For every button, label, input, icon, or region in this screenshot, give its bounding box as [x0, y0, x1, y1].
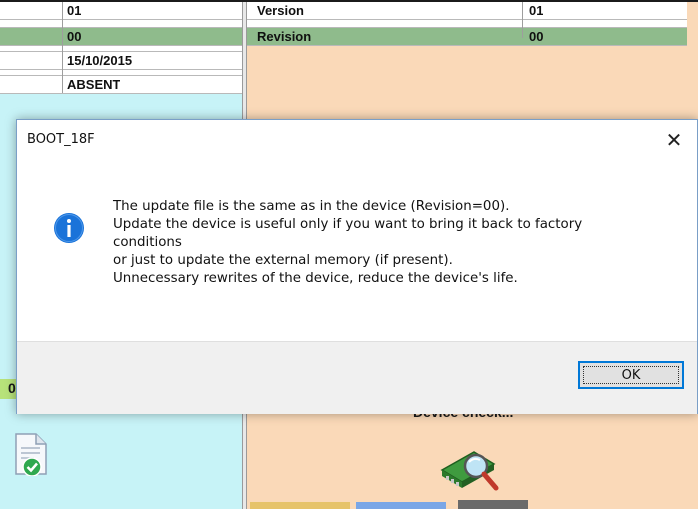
close-icon[interactable]: ✕	[661, 127, 687, 153]
message-line: or just to update the external memory (i…	[113, 253, 453, 268]
right-table-row: Revision 00	[247, 28, 687, 46]
right-table-column-separator	[522, 2, 523, 38]
left-table-value: 00	[67, 29, 82, 44]
right-table-value: 00	[529, 29, 544, 44]
device-magnifier-icon[interactable]	[436, 440, 516, 500]
left-table-spacer	[0, 46, 242, 52]
message-line: conditions	[113, 235, 182, 250]
focus-rectangle	[583, 366, 679, 384]
message-line: Update the device is useful only if you …	[113, 217, 583, 232]
left-table-spacer	[0, 70, 242, 76]
left-table-value: 15/10/2015	[67, 53, 133, 68]
left-table-row: 15/10/2015	[0, 52, 242, 70]
right-table-label: Revision	[257, 29, 312, 44]
right-table-row: Version 01	[247, 2, 687, 20]
document-check-icon[interactable]	[14, 432, 48, 476]
left-table-value: ABSENT	[67, 77, 121, 92]
status-segment	[356, 502, 446, 509]
message-line: The update file is the same as in the de…	[113, 199, 510, 214]
left-table-spacer	[0, 20, 242, 28]
message-dialog: BOOT_18F ✕ The update file is the same a…	[16, 119, 698, 414]
left-table-row: ABSENT	[0, 76, 242, 94]
status-segment	[250, 502, 350, 509]
left-table-row: 00	[0, 28, 242, 46]
dialog-title: BOOT_18F	[27, 132, 95, 147]
dialog-body: The update file is the same as in the de…	[17, 160, 697, 340]
status-segment	[458, 500, 528, 509]
info-icon	[54, 213, 84, 243]
left-table-value: 01	[67, 3, 82, 18]
right-table-spacer	[247, 20, 687, 28]
right-table-value: 01	[529, 3, 544, 18]
left-table-row: 01	[0, 2, 242, 20]
ok-button[interactable]: OK	[578, 361, 684, 389]
message-line: Unnecessary rewrites of the device, redu…	[113, 271, 518, 286]
left-table-column-separator	[62, 2, 63, 93]
right-table-label: Version	[257, 3, 304, 18]
dialog-message: The update file is the same as in the de…	[113, 198, 673, 288]
